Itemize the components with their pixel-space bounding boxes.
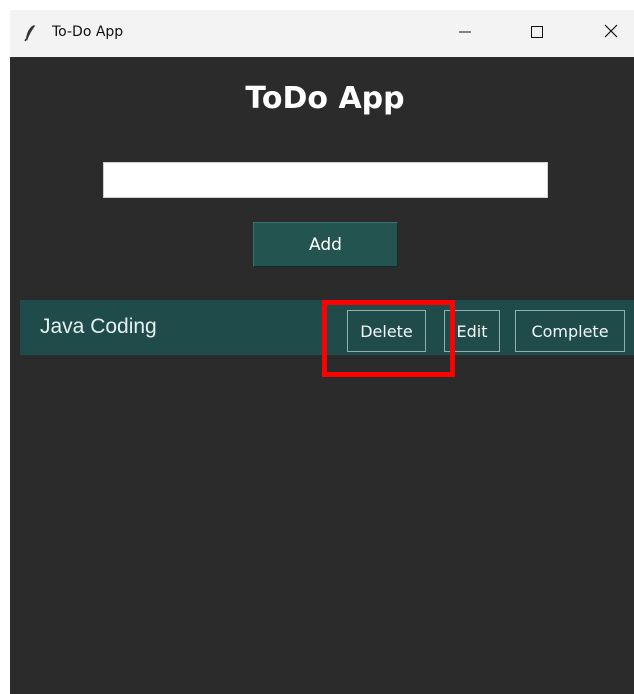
minimize-button[interactable] — [442, 10, 488, 57]
task-row: Java Coding Delete Edit Complete — [20, 300, 634, 355]
app-window: To-Do App ToDo App Add Java Coding Delet… — [10, 10, 634, 694]
title-bar[interactable]: To-Do App — [10, 10, 634, 57]
complete-button[interactable]: Complete — [515, 310, 625, 352]
edit-button[interactable]: Edit — [444, 310, 500, 352]
window-title: To-Do App — [52, 24, 124, 40]
maximize-button[interactable] — [514, 10, 560, 57]
app-content: ToDo App Add Java Coding Delete Edit Com… — [10, 57, 634, 694]
maximize-icon — [531, 25, 543, 43]
add-button[interactable]: Add — [253, 222, 398, 267]
task-input[interactable] — [103, 162, 548, 198]
delete-button[interactable]: Delete — [347, 310, 426, 352]
page-title: ToDo App — [245, 81, 405, 116]
close-icon — [604, 24, 618, 43]
feather-icon — [24, 24, 36, 42]
minimize-icon — [459, 25, 471, 43]
task-label: Java Coding — [40, 315, 157, 338]
close-button[interactable] — [588, 10, 634, 57]
